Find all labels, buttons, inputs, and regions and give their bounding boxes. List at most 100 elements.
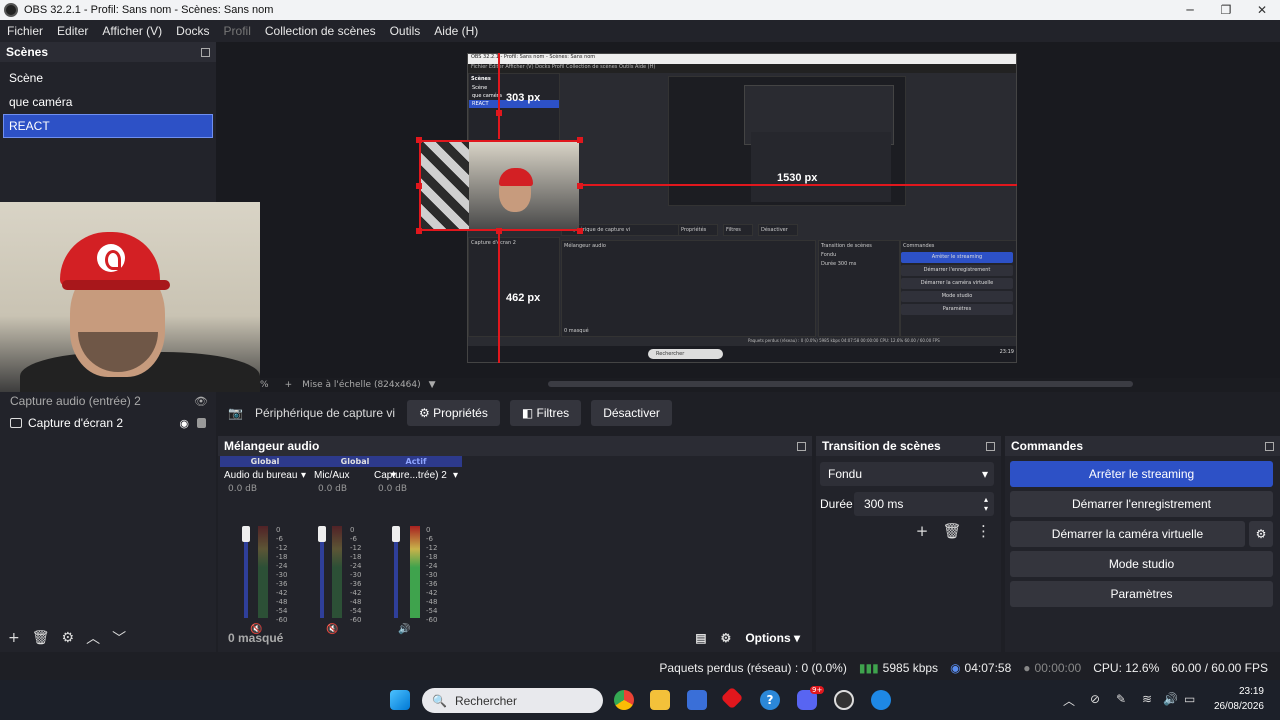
menu-fichier[interactable]: Fichier xyxy=(7,24,43,38)
resize-handle[interactable] xyxy=(416,228,422,234)
undock-icon[interactable] xyxy=(1265,441,1274,451)
options-button[interactable]: Options ▾ xyxy=(745,631,800,645)
spinner-icon[interactable]: ▴ ▾ xyxy=(984,495,988,513)
menu-aide[interactable]: Aide (H) xyxy=(434,24,478,38)
nested-cmd-settings: Paramètres xyxy=(901,304,1013,315)
window-titlebar: OBS 32.2.1 - Profil: Sans nom - Scènes: … xyxy=(0,0,1280,20)
menu-docks[interactable]: Docks xyxy=(176,24,209,38)
webcam-overlay xyxy=(0,202,260,392)
trash-icon[interactable]: 🗑 xyxy=(32,630,50,646)
obs-taskbar-icon[interactable] xyxy=(834,690,854,710)
horizontal-scrollbar[interactable] xyxy=(548,381,1133,387)
guide-handle xyxy=(496,110,502,116)
app-blue-icon[interactable] xyxy=(871,690,891,710)
disable-button[interactable]: Désactiver xyxy=(591,400,672,426)
scene-item-active[interactable]: REACT xyxy=(3,114,213,138)
more-icon[interactable]: ⋮ xyxy=(976,522,991,540)
scale-dropdown-icon[interactable]: ▼ xyxy=(429,380,436,390)
resize-handle[interactable] xyxy=(577,228,583,234)
window-title: OBS 32.2.1 - Profil: Sans nom - Scènes: … xyxy=(24,4,274,16)
chevron-up-icon[interactable]: ︿ xyxy=(86,628,100,648)
transition-select[interactable]: Fondu ▾ xyxy=(820,462,994,486)
taskbar-clock[interactable]: 23:19 26/08/2026 xyxy=(1214,684,1264,714)
add-icon[interactable]: + xyxy=(8,630,20,646)
scene-item[interactable]: que caméra xyxy=(0,90,216,114)
filters-button[interactable]: ◧ Filtres xyxy=(509,400,582,426)
nested-taskbar: Rechercher 23:19 xyxy=(468,346,1016,362)
signal-icon: ▮▮▮ xyxy=(858,661,879,675)
menu-editer[interactable]: Editer xyxy=(57,24,88,38)
start-recording-button[interactable]: Démarrer l'enregistrement xyxy=(1010,491,1273,517)
menu-collection[interactable]: Collection de scènes xyxy=(265,24,376,38)
lock-icon[interactable] xyxy=(197,418,206,428)
chrome-icon[interactable] xyxy=(614,690,634,710)
volume-knob[interactable] xyxy=(242,526,250,542)
resize-handle[interactable] xyxy=(416,183,422,189)
camera-icon: 📷 xyxy=(228,406,243,420)
undock-icon[interactable] xyxy=(986,441,995,451)
network-off-icon[interactable]: ⊘ xyxy=(1090,692,1100,706)
advanced-audio-icon[interactable]: ⚙ xyxy=(721,631,732,645)
menu-outils[interactable]: Outils xyxy=(390,24,421,38)
source-toolbar: 📷 Périphérique de capture vi ⚙ Propriété… xyxy=(216,398,1280,428)
menu-afficher[interactable]: Afficher (V) xyxy=(102,24,162,38)
battery-icon[interactable]: ▭ xyxy=(1184,692,1195,706)
resize-handle[interactable] xyxy=(577,137,583,143)
cpu-usage: CPU: 12.6% xyxy=(1093,661,1160,675)
app-red-icon[interactable] xyxy=(720,686,744,710)
trash-icon[interactable]: 🗑 xyxy=(943,522,962,540)
volume-icon[interactable]: 🔊 xyxy=(1163,692,1178,706)
controls-dock: Commandes Arrêter le streaming Démarrer … xyxy=(1005,436,1280,652)
start-virtual-camera-button[interactable]: Démarrer la caméra virtuelle xyxy=(1010,521,1245,547)
store-icon[interactable] xyxy=(687,690,707,710)
eye-icon[interactable]: ◉ xyxy=(179,417,189,430)
undock-icon[interactable] xyxy=(797,441,806,451)
level-meter xyxy=(410,526,420,618)
add-icon[interactable]: + xyxy=(916,522,929,540)
help-icon[interactable]: ? xyxy=(760,690,780,710)
stop-streaming-button[interactable]: Arrêter le streaming xyxy=(1010,461,1273,487)
dropdown-icon[interactable]: ▾ xyxy=(301,470,306,481)
dropdown-icon[interactable]: ▾ xyxy=(453,470,458,481)
source-item[interactable]: Capture audio (entrée) 2 👁 xyxy=(0,392,216,410)
volume-knob[interactable] xyxy=(392,526,400,542)
undock-icon[interactable] xyxy=(201,47,210,57)
studio-mode-button[interactable]: Mode studio xyxy=(1010,551,1273,577)
taskbar-search[interactable]: 🔍 Rechercher xyxy=(422,688,603,713)
sources-footer: + 🗑 ⚙ ︿ ﹀ xyxy=(0,624,216,652)
audio-mixer-dock: Mélangeur audio Global Audio du bureau ▾ … xyxy=(218,436,812,652)
wifi-icon[interactable]: ≋ xyxy=(1142,692,1152,706)
source-item[interactable]: Capture d'écran 2 ◉ xyxy=(0,410,216,436)
duration-input[interactable]: 300 ms ▴ ▾ xyxy=(854,492,994,516)
windows-start-icon[interactable] xyxy=(390,690,410,710)
db-scale: 0 -6 -12 -18 -24 -30 -36 -42 -48 -54 -60 xyxy=(350,526,362,624)
minimize-button[interactable]: ─ xyxy=(1172,3,1208,17)
pen-icon[interactable]: ✎ xyxy=(1116,692,1126,706)
selected-source-box[interactable] xyxy=(419,140,579,231)
zoom-percent: % xyxy=(260,380,269,390)
virtual-camera-settings-button[interactable]: ⚙ xyxy=(1249,521,1273,547)
resize-handle[interactable] xyxy=(416,137,422,143)
file-explorer-icon[interactable] xyxy=(650,690,670,710)
device-label: Périphérique de capture vi xyxy=(254,406,396,420)
zoom-in-button[interactable]: + xyxy=(285,380,293,390)
nested-disable-btn: Désactiver xyxy=(758,224,798,236)
gear-icon[interactable]: ⚙ xyxy=(62,630,75,646)
settings-button[interactable]: Paramètres xyxy=(1010,581,1273,607)
chevron-up-icon[interactable]: ︿ xyxy=(1063,692,1075,709)
volume-knob[interactable] xyxy=(318,526,326,542)
layout-icon[interactable]: ▤ xyxy=(695,631,706,645)
scene-item[interactable]: Scène xyxy=(0,66,216,90)
transition-title: Transition de scènes xyxy=(816,436,1001,456)
record-icon: ● xyxy=(1023,661,1031,675)
menu-profil[interactable]: Profil xyxy=(224,24,251,38)
db-scale: 0 -6 -12 -18 -24 -30 -36 -42 -48 -54 -60 xyxy=(276,526,288,624)
bitrate: 5985 kbps xyxy=(882,661,939,675)
windows-taskbar: 🔍 Rechercher ? 9+ ︿ ⊘ ✎ ≋ 🔊 ▭ 23:19 26/0… xyxy=(0,680,1280,720)
maximize-button[interactable]: ❐ xyxy=(1208,3,1244,17)
chevron-down-icon: ▾ xyxy=(981,467,988,481)
close-button[interactable]: ✕ xyxy=(1244,3,1280,17)
eye-icon[interactable]: 👁 xyxy=(194,395,208,408)
properties-button[interactable]: ⚙ Propriétés xyxy=(407,400,500,426)
chevron-down-icon[interactable]: ﹀ xyxy=(112,628,126,648)
